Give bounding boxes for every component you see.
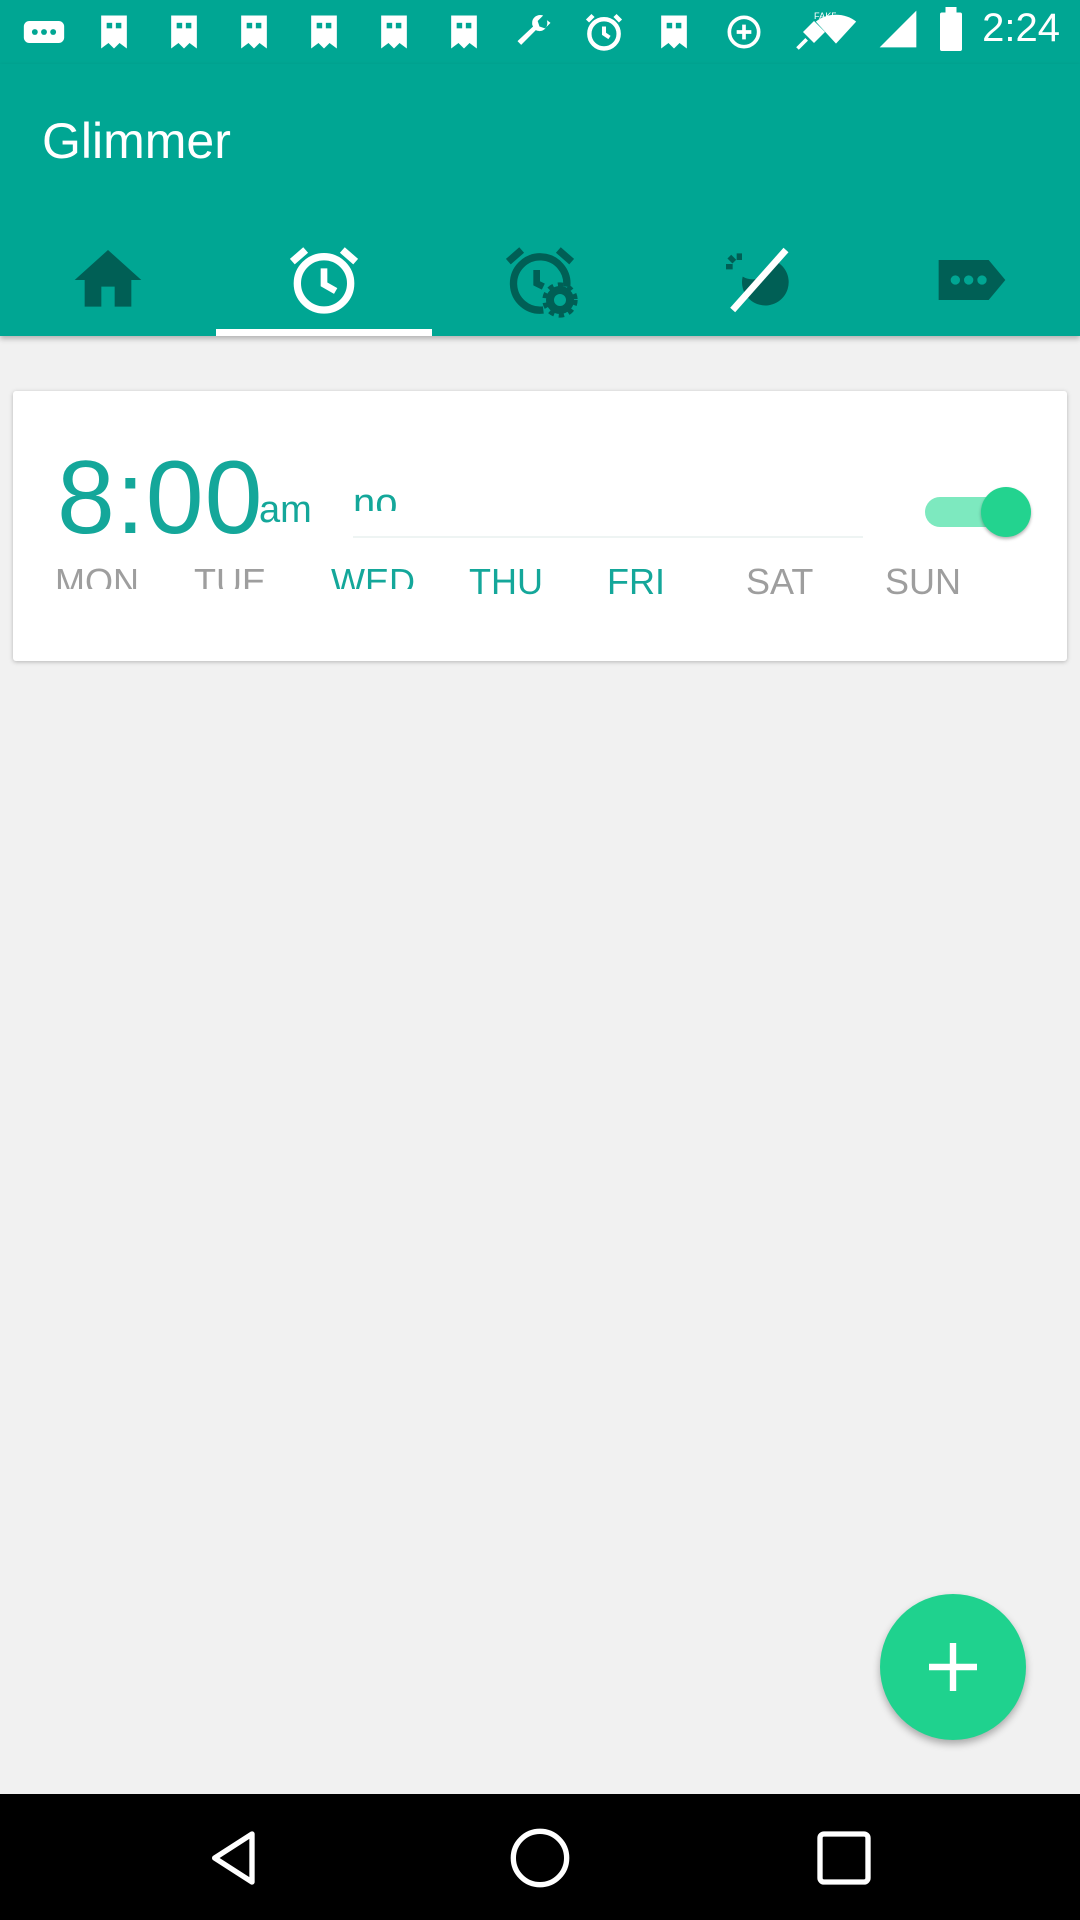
wrench-icon xyxy=(517,15,551,45)
status-time: 2:24 xyxy=(982,6,1060,50)
alarm-label-underline xyxy=(353,536,863,538)
wifi-icon xyxy=(815,14,857,44)
home-icon xyxy=(74,250,142,307)
label-icon xyxy=(938,260,1006,300)
tab-more[interactable] xyxy=(864,224,1080,336)
toggle-thumb xyxy=(981,487,1031,537)
notification-icons: FAKE xyxy=(22,10,836,54)
image-icon xyxy=(661,15,687,49)
home-button[interactable] xyxy=(508,1826,572,1890)
tab-brightness[interactable] xyxy=(648,224,864,336)
back-icon xyxy=(212,1831,255,1885)
alarm-card[interactable]: 8:00 am no MON TUE WED THU FRI SAT SUN xyxy=(13,391,1067,661)
home-circle-icon xyxy=(510,1828,570,1888)
status-bar: FAKE 2:24 xyxy=(0,0,1080,64)
alarm-period: am xyxy=(259,489,312,531)
recents-icon xyxy=(817,1831,871,1885)
navigation-bar xyxy=(0,1794,1080,1920)
alarm-icon xyxy=(585,13,623,51)
day-thu[interactable]: THU xyxy=(469,561,543,603)
tab-bar xyxy=(0,224,1080,336)
signal-icon xyxy=(879,10,917,47)
app-bar: Glimmer xyxy=(0,64,1080,336)
day-sun[interactable]: SUN xyxy=(885,561,961,603)
day-sat[interactable]: SAT xyxy=(746,561,813,603)
image-icon xyxy=(171,15,197,49)
alarm-clock-icon xyxy=(289,247,359,314)
recents-button[interactable] xyxy=(812,1826,876,1890)
system-indicators: 2:24 xyxy=(814,6,1060,51)
tab-home[interactable] xyxy=(0,224,216,336)
day-wed[interactable]: WED xyxy=(331,561,415,589)
alarm-settings-icon xyxy=(505,247,578,318)
add-icon xyxy=(929,1643,977,1691)
day-tue[interactable]: TUE xyxy=(194,561,266,589)
add-alarm-button[interactable] xyxy=(880,1594,1026,1740)
battery-icon xyxy=(940,6,963,51)
image-icon xyxy=(381,15,407,49)
alarm-toggle[interactable] xyxy=(913,483,1033,539)
alarm-days: MON TUE WED THU FRI SAT SUN xyxy=(13,561,1067,621)
day-fri[interactable]: FRI xyxy=(607,561,665,603)
alarm-time[interactable]: 8:00 xyxy=(57,439,263,558)
alarm-label[interactable]: no xyxy=(353,481,398,511)
data-saver-icon xyxy=(727,15,761,49)
more-icon xyxy=(23,21,65,43)
image-icon xyxy=(311,15,337,49)
image-icon xyxy=(451,15,477,49)
brightness-icon xyxy=(726,247,789,313)
tab-alarms[interactable] xyxy=(216,224,432,336)
back-button[interactable] xyxy=(204,1826,268,1890)
day-mon[interactable]: MON xyxy=(55,561,139,589)
image-icon xyxy=(241,15,267,49)
app-title: Glimmer xyxy=(42,113,231,169)
image-icon xyxy=(101,15,127,49)
tab-alarm-settings[interactable] xyxy=(432,224,648,336)
